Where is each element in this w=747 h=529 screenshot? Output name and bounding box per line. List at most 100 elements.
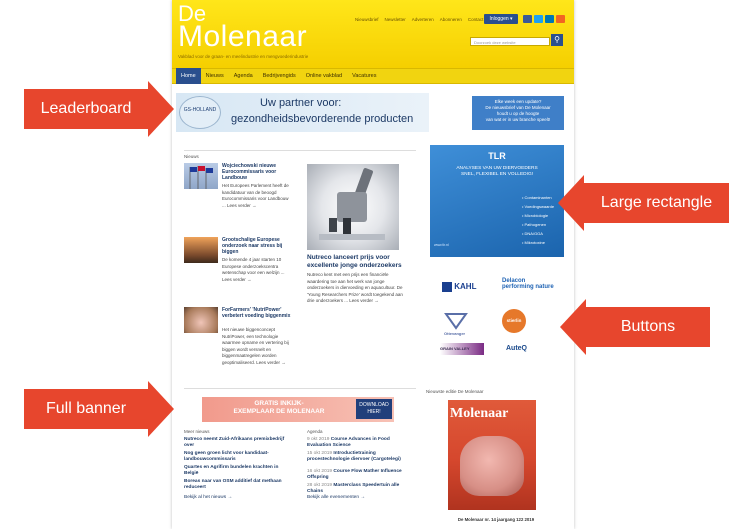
main-nav: Home Nieuws Agenda Bedrijvengids Online …: [172, 68, 574, 84]
top-links: Nieuwsbrief Newsletter Adverteren Abonne…: [355, 17, 499, 22]
nav-online-vakblad[interactable]: Online vakblad: [301, 68, 347, 84]
right-arrow-icon: [148, 381, 174, 437]
website-page: De Molenaar Vakblad voor de graan- en me…: [172, 0, 574, 529]
tlr-list-item: • Pathogenen: [522, 222, 547, 227]
nav-agenda[interactable]: Agenda: [229, 68, 258, 84]
tlr-list-item: • Microbiologie: [522, 213, 549, 218]
microscope-stage: [319, 234, 385, 240]
news-title[interactable]: ForFarmers' 'NutriPower' verbetert voedi…: [222, 307, 292, 319]
more-news-link[interactable]: Quartes en Agrifirm bundelen krachten in…: [184, 465, 294, 477]
news-item[interactable]: ForFarmers' 'NutriPower' verbetert voedi…: [184, 307, 294, 385]
full-banner-callout: Full banner: [24, 389, 148, 429]
delacon-button-ad[interactable]: Delacon performing nature: [502, 278, 557, 290]
agenda-item[interactable]: 16 okt 2019 Course Flow Mather Influence…: [307, 469, 407, 481]
ottevanger-label: Ottevanger: [444, 331, 466, 336]
nav-home[interactable]: Home: [176, 68, 201, 84]
news-item[interactable]: Wojciechowski nieuwe Eurocommissaris voo…: [184, 163, 294, 229]
more-news-link[interactable]: Nutreco neemt Zuid-Afrikaans premixbedri…: [184, 437, 294, 449]
leaderboard-line1: Uw partner voor:: [260, 97, 342, 109]
top-link-contact[interactable]: Contact: [468, 17, 484, 22]
search-icon[interactable]: ⚲: [551, 34, 563, 46]
tlr-list: • Contaminanten • Voedingswaarde • Micro…: [522, 193, 554, 247]
tlr-headline: ANALYSES VAN UW DIERVOEDERS SNEL, FLEXIB…: [434, 166, 560, 178]
news-thumbnail[interactable]: [184, 307, 218, 333]
banner-text-line2: EXEMPLAAR DE MOLENAAR: [233, 408, 325, 415]
banner-text-line1: GRATIS INKIJK-: [254, 400, 304, 407]
login-button[interactable]: Inloggen ▾: [484, 14, 518, 24]
auteq-button-ad[interactable]: AuteQ: [506, 345, 527, 352]
magazine-title: Molenaar: [450, 406, 509, 421]
feature-image[interactable]: [307, 164, 399, 250]
tlr-logo: TLR: [488, 151, 506, 161]
newsletter-promo[interactable]: Elke week een update? De nieuwsbrief van…: [472, 96, 564, 130]
left-arrow-icon: [560, 299, 586, 355]
feature-excerpt: Nutreco kent met een prijs een financiël…: [307, 272, 403, 303]
twitter-icon[interactable]: [534, 15, 543, 23]
stierlin-button-ad[interactable]: stierlin: [502, 309, 526, 333]
top-link-adverteren[interactable]: Adverteren: [412, 17, 434, 22]
tlr-list-item: • Mikrotoxine: [522, 240, 545, 245]
news-excerpt: Het Europees Parlement heeft de kandidat…: [222, 183, 289, 208]
magazine-caption: De Molenaar nr. 14 jaargang 122 2019: [457, 517, 535, 522]
agenda-date: 9 okt 2019: [307, 437, 330, 442]
leaderboard-callout: Leaderboard: [24, 89, 148, 129]
download-button[interactable]: DOWNLOAD HIER!: [356, 399, 392, 419]
news-title[interactable]: Wojciechowski nieuwe Eurocommissaris voo…: [222, 163, 292, 181]
grain-valley-button-ad[interactable]: GRAIN VALLEY: [440, 343, 484, 355]
leaderboard-ad[interactable]: GS-HOLLAND Uw partner voor: gezondheidsb…: [176, 93, 429, 132]
facebook-icon[interactable]: [523, 15, 532, 23]
nav-bedrijvengids[interactable]: Bedrijvengids: [258, 68, 301, 84]
large-rectangle-ad[interactable]: TLR ANALYSES VAN UW DIERVOEDERS SNEL, FL…: [430, 145, 564, 257]
linkedin-icon[interactable]: [545, 15, 554, 23]
agenda-date: 16 okt 2019: [307, 469, 333, 474]
ottevanger-button-ad[interactable]: Ottevanger: [444, 312, 484, 336]
microscope-lens: [343, 218, 351, 234]
news-header: Nieuws: [184, 154, 199, 159]
site-tagline: Vakblad voor de graan- en meelindustrie …: [178, 54, 309, 59]
kahl-button-ad[interactable]: KAHL: [442, 282, 476, 292]
more-news-link[interactable]: Boreas naar van OSM additief dat methaan…: [184, 479, 294, 491]
top-link-newsletter[interactable]: Newsletter: [385, 17, 406, 22]
news-item[interactable]: Grootschalige Europese onderzoek naar st…: [184, 237, 294, 303]
news-title[interactable]: Grootschalige Europese onderzoek naar st…: [222, 237, 292, 255]
magazine-cover[interactable]: Molenaar: [448, 400, 536, 510]
site-header: De Molenaar Vakblad voor de graan- en me…: [172, 0, 574, 68]
kahl-label: KAHL: [454, 282, 477, 292]
agenda-item[interactable]: 28 okt 2019 Masterclass Speedertuin alle…: [307, 483, 407, 495]
top-link-abonneren[interactable]: Abonneren: [440, 17, 462, 22]
kahl-logo-icon: [442, 282, 452, 292]
agenda-item[interactable]: 15 okt 2019 Introductietraining proceste…: [307, 451, 407, 463]
news-thumbnail[interactable]: [184, 237, 218, 263]
rss-icon[interactable]: [556, 15, 565, 23]
nav-nieuws[interactable]: Nieuws: [201, 68, 229, 84]
full-banner-ad[interactable]: GRATIS INKIJK- EXEMPLAAR DE MOLENAAR DOW…: [202, 397, 394, 422]
more-news-header: Meer nieuws: [184, 429, 210, 434]
ottevanger-logo-icon: [444, 313, 468, 330]
top-link-nieuwsbrief[interactable]: Nieuwsbrief: [355, 17, 379, 22]
banner-text: GRATIS INKIJK- EXEMPLAAR DE MOLENAAR: [204, 400, 354, 416]
site-logo[interactable]: Molenaar: [178, 22, 307, 52]
tlr-list-item: • Voedingswaarde: [522, 204, 555, 209]
all-events-link[interactable]: Bekijk alle evenementen →: [307, 495, 407, 501]
tlr-list-item: • DNA/GGA: [522, 231, 543, 236]
feature-title[interactable]: Nutreco lanceert prijs voor excellente j…: [307, 254, 402, 270]
agenda-item[interactable]: 9 okt 2019 Course Advances in Food Evalu…: [307, 437, 407, 449]
news-excerpt: Het nieuwe biggenconcept NutriPower, een…: [222, 327, 289, 365]
left-arrow-icon: [558, 175, 584, 231]
agenda-date: 15 okt 2019: [307, 451, 333, 456]
right-arrow-icon: [148, 81, 174, 137]
pig-image: [460, 436, 524, 496]
microscope-body: [337, 192, 367, 222]
news-excerpt: De komende 4 jaar starten 10 Europese on…: [222, 257, 285, 282]
newest-edition-header: Nieuwste editie De Molenaar: [426, 389, 484, 394]
gs-holland-logo: GS-HOLLAND: [179, 96, 221, 129]
more-news-link[interactable]: Nog geen groen licht voor kandidaat-land…: [184, 451, 294, 463]
all-news-link[interactable]: Bekijk al het nieuws →: [184, 495, 294, 501]
search-input[interactable]: Doorzoek deze website: [470, 37, 550, 46]
microscope-lens: [329, 218, 337, 232]
divider: [184, 388, 416, 389]
nav-vacatures[interactable]: Vacatures: [347, 68, 381, 84]
large-rectangle-callout: Large rectangle: [584, 183, 729, 223]
agenda-date: 28 okt 2019: [307, 483, 333, 488]
news-thumbnail[interactable]: [184, 163, 218, 189]
